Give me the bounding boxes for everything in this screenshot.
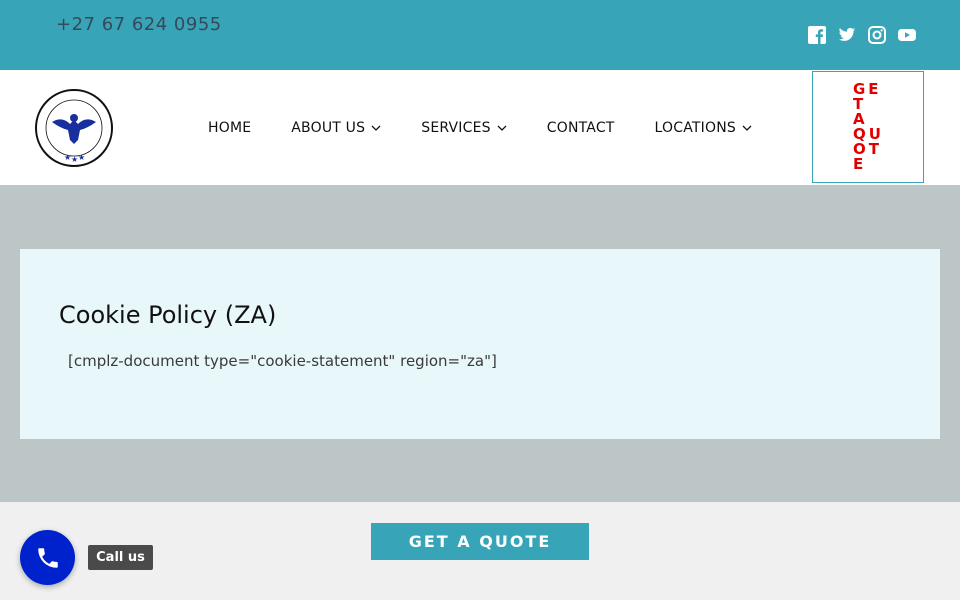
nav-home-label: HOME <box>208 119 252 136</box>
cookie-shortcode-text: [cmplz-document type="cookie-statement" … <box>68 352 497 370</box>
nav-contact-label: CONTACT <box>546 119 615 136</box>
page-content: Cookie Policy (ZA) [cmplz-document type=… <box>20 249 940 439</box>
call-now-button[interactable] <box>20 530 75 585</box>
site-logo[interactable]: ★ ★ ★ <box>34 88 114 168</box>
phone-number[interactable]: +27 67 624 0955 <box>56 14 222 35</box>
youtube-icon[interactable] <box>898 26 916 44</box>
site-header: ★ ★ ★ HOME ABOUT US SERVICES CONTACT LOC… <box>0 70 960 185</box>
header-quote-label: GET A QUOTE <box>853 80 884 173</box>
chevron-down-icon <box>371 125 381 131</box>
chevron-down-icon <box>742 125 752 131</box>
header-quote-button[interactable]: GET A QUOTE <box>812 71 924 183</box>
nav-locations-label: LOCATIONS <box>654 119 736 136</box>
nav-about-us-label: ABOUT US <box>291 119 366 136</box>
main-nav: HOME ABOUT US SERVICES CONTACT LOCATIONS <box>188 70 772 185</box>
twitter-icon[interactable] <box>838 26 856 44</box>
nav-locations[interactable]: LOCATIONS <box>635 120 772 136</box>
nav-services[interactable]: SERVICES <box>401 120 527 136</box>
get-a-quote-button[interactable]: GET A QUOTE <box>371 523 589 560</box>
nav-services-label: SERVICES <box>421 119 491 136</box>
nav-home[interactable]: HOME <box>188 120 271 136</box>
svg-text:★: ★ <box>78 153 85 162</box>
instagram-icon[interactable] <box>868 26 886 44</box>
nav-about-us[interactable]: ABOUT US <box>271 120 401 136</box>
facebook-icon[interactable] <box>808 26 826 44</box>
chevron-down-icon <box>497 125 507 131</box>
call-us-label[interactable]: Call us <box>88 545 153 570</box>
nav-contact[interactable]: CONTACT <box>527 120 635 136</box>
top-bar: +27 67 624 0955 <box>0 0 960 70</box>
page-title: Cookie Policy (ZA) <box>59 301 277 329</box>
phone-icon <box>37 547 58 568</box>
social-links <box>808 26 916 44</box>
